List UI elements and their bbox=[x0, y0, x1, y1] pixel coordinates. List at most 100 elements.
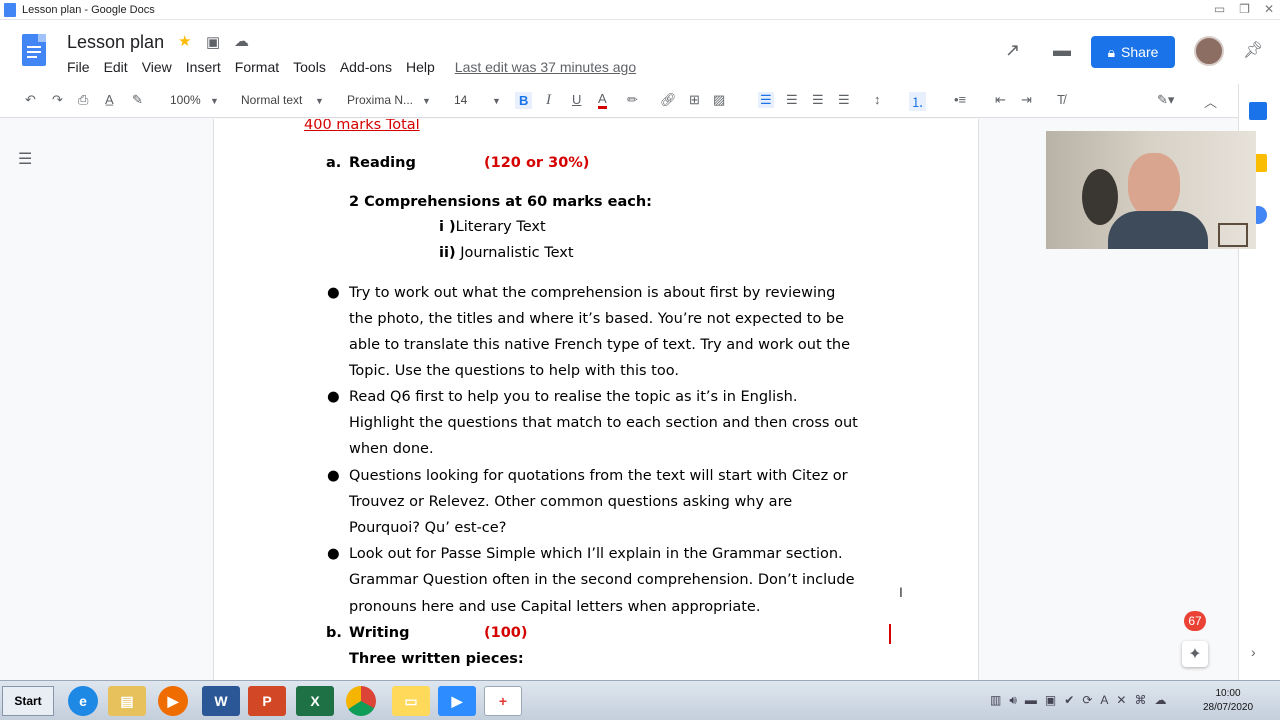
document-title[interactable]: Lesson plan bbox=[67, 32, 164, 53]
explore-button[interactable]: ✦ bbox=[1182, 641, 1208, 667]
link-icon[interactable]: 🔗︎ bbox=[660, 92, 677, 108]
volume-icon[interactable]: 🔊︎ bbox=[1009, 693, 1017, 708]
align-left-icon[interactable]: ☰ bbox=[758, 92, 774, 108]
restore-icon[interactable]: ❐ bbox=[1239, 2, 1250, 16]
move-folder-icon[interactable]: ▣ bbox=[206, 33, 220, 51]
cloud-status-icon[interactable]: ☁ bbox=[234, 32, 249, 50]
bullet-3-line-3: Pourquoi? Qu’ est-ce? bbox=[349, 520, 507, 536]
style-select[interactable]: Normal text bbox=[241, 93, 302, 107]
system-clock[interactable]: 10:00 28/07/2020 bbox=[1196, 687, 1260, 715]
decrease-indent-icon[interactable]: ⇤ bbox=[995, 92, 1006, 108]
excel-icon[interactable]: X bbox=[296, 686, 334, 716]
spellcheck-icon[interactable]: A̲ bbox=[105, 92, 114, 107]
menu-view[interactable]: View bbox=[142, 59, 172, 75]
minimize-icon[interactable]: ▭ bbox=[1214, 2, 1225, 16]
redo-icon[interactable]: ↷ bbox=[52, 92, 63, 108]
justify-icon[interactable]: ☰ bbox=[838, 92, 850, 108]
bold-button[interactable]: B bbox=[515, 92, 533, 109]
written-pieces-heading: Three written pieces: bbox=[349, 651, 524, 667]
webcam-video-overlay bbox=[1046, 131, 1256, 249]
add-comment-icon[interactable]: ⊞ bbox=[689, 92, 700, 108]
text-color-button[interactable]: A bbox=[598, 92, 607, 109]
bulleted-list-icon[interactable]: •≡ bbox=[954, 92, 966, 107]
menu-tools[interactable]: Tools bbox=[293, 59, 326, 75]
increase-indent-icon[interactable]: ⇥ bbox=[1021, 92, 1032, 108]
tray-check-icon[interactable]: ✔ bbox=[1064, 693, 1074, 708]
comments-icon[interactable]: ▬ bbox=[1053, 40, 1071, 61]
tray-notes-icon[interactable]: ▥ bbox=[990, 693, 1001, 708]
presenter-shoulders bbox=[1108, 211, 1208, 249]
word-icon[interactable]: W bbox=[202, 686, 240, 716]
close-icon[interactable]: ✕ bbox=[1264, 2, 1274, 16]
chevron-down-icon: ▼ bbox=[422, 96, 431, 106]
align-right-icon[interactable]: ☰ bbox=[812, 92, 824, 108]
menu-edit[interactable]: Edit bbox=[104, 59, 128, 75]
docs-logo-icon[interactable] bbox=[22, 34, 46, 66]
bullet-icon: ● bbox=[327, 546, 340, 562]
avatar[interactable] bbox=[1194, 36, 1224, 66]
zoom-select[interactable]: 100% bbox=[170, 93, 201, 107]
tray-onedrive-icon[interactable]: ☁ bbox=[1154, 693, 1166, 708]
align-center-icon[interactable]: ☰ bbox=[786, 92, 798, 108]
bullet-3-line-1: Questions looking for quotations from th… bbox=[349, 468, 848, 484]
reading-heading: Reading bbox=[349, 155, 416, 171]
menu-file[interactable]: File bbox=[67, 59, 90, 75]
activity-dashboard-icon[interactable]: ↗ bbox=[1005, 40, 1020, 61]
highlight-icon[interactable]: ✏ bbox=[627, 92, 638, 108]
zoom-icon[interactable]: ▶ bbox=[438, 686, 476, 716]
collapse-menus-icon[interactable]: ︿ bbox=[1204, 92, 1217, 111]
font-size-select[interactable]: 14 bbox=[454, 93, 467, 107]
file-explorer-icon[interactable]: ▤ bbox=[108, 686, 146, 716]
menu-addons[interactable]: Add-ons bbox=[340, 59, 392, 75]
text-cursor bbox=[889, 624, 891, 644]
folder-icon[interactable]: ▭ bbox=[392, 686, 430, 716]
bullet-1-line-3: able to translate this native French typ… bbox=[349, 337, 851, 353]
media-player-icon[interactable]: ▶ bbox=[158, 686, 188, 716]
calendar-icon[interactable] bbox=[1249, 102, 1267, 120]
document-outline-icon[interactable]: ☰ bbox=[18, 149, 32, 169]
bullet-2-line-3: when done. bbox=[349, 441, 434, 457]
tray-acrobat-icon[interactable]: A bbox=[1100, 693, 1108, 708]
start-button[interactable]: Start bbox=[2, 686, 54, 716]
tray-app-icon[interactable]: ▬ bbox=[1025, 693, 1037, 708]
section-a-label: a. bbox=[326, 155, 342, 171]
undo-icon[interactable]: ↶ bbox=[25, 92, 36, 108]
clear-formatting-icon[interactable]: T̸ bbox=[1057, 92, 1065, 107]
image-icon[interactable]: ▨ bbox=[713, 92, 725, 108]
italic-button[interactable]: I bbox=[546, 92, 551, 109]
section-b-label: b. bbox=[326, 625, 342, 641]
writing-heading: Writing bbox=[349, 625, 410, 641]
share-button[interactable]: 🔒︎ Share bbox=[1091, 36, 1175, 68]
document-page[interactable]: 400 marks Total a. Reading (120 or 30%) … bbox=[213, 119, 979, 680]
literary-num: i ) bbox=[439, 219, 456, 235]
font-select[interactable]: Proxima N... bbox=[347, 93, 413, 107]
notification-badge[interactable]: 67 bbox=[1184, 611, 1206, 631]
start-label: Start bbox=[14, 694, 42, 708]
line-spacing-icon[interactable]: ↕ bbox=[874, 92, 881, 107]
reading-marks: (120 or 30%) bbox=[484, 155, 590, 171]
tray-sync-icon[interactable]: ⟳ bbox=[1082, 693, 1092, 708]
print-icon[interactable]: ⎙ bbox=[78, 92, 88, 108]
tray-network-icon[interactable]: ⌘ bbox=[1134, 693, 1146, 708]
pin-icon[interactable]: 📌︎ bbox=[1243, 40, 1263, 60]
underline-button[interactable]: U bbox=[572, 92, 581, 107]
menu-format[interactable]: Format bbox=[235, 59, 279, 75]
internet-explorer-icon[interactable]: e bbox=[68, 686, 98, 716]
last-edit-link[interactable]: Last edit was 37 minutes ago bbox=[455, 59, 636, 75]
chrome-icon[interactable] bbox=[346, 686, 376, 716]
editing-mode-icon[interactable]: ✎▾ bbox=[1157, 92, 1174, 108]
bullet-1-line-1: Try to work out what the comprehension i… bbox=[349, 285, 836, 301]
star-icon[interactable]: ★ bbox=[178, 32, 191, 50]
bullet-2-line-2: Highlight the questions that match to ea… bbox=[349, 415, 858, 431]
paint-format-icon[interactable]: ✎ bbox=[132, 92, 143, 108]
mouse-ibeam-cursor: I bbox=[899, 584, 903, 600]
numbered-list-icon[interactable]: ⒈ bbox=[909, 92, 927, 111]
menu-help[interactable]: Help bbox=[406, 59, 435, 75]
new-app-icon[interactable]: + bbox=[484, 686, 522, 716]
powerpoint-icon[interactable]: P bbox=[248, 686, 286, 716]
chevron-right-icon[interactable]: › bbox=[1251, 644, 1256, 660]
menu-insert[interactable]: Insert bbox=[186, 59, 221, 75]
bullet-icon: ● bbox=[327, 285, 340, 301]
tray-office-icon[interactable]: ▣ bbox=[1045, 693, 1056, 708]
tray-tools-icon[interactable]: ✕ bbox=[1116, 693, 1126, 708]
